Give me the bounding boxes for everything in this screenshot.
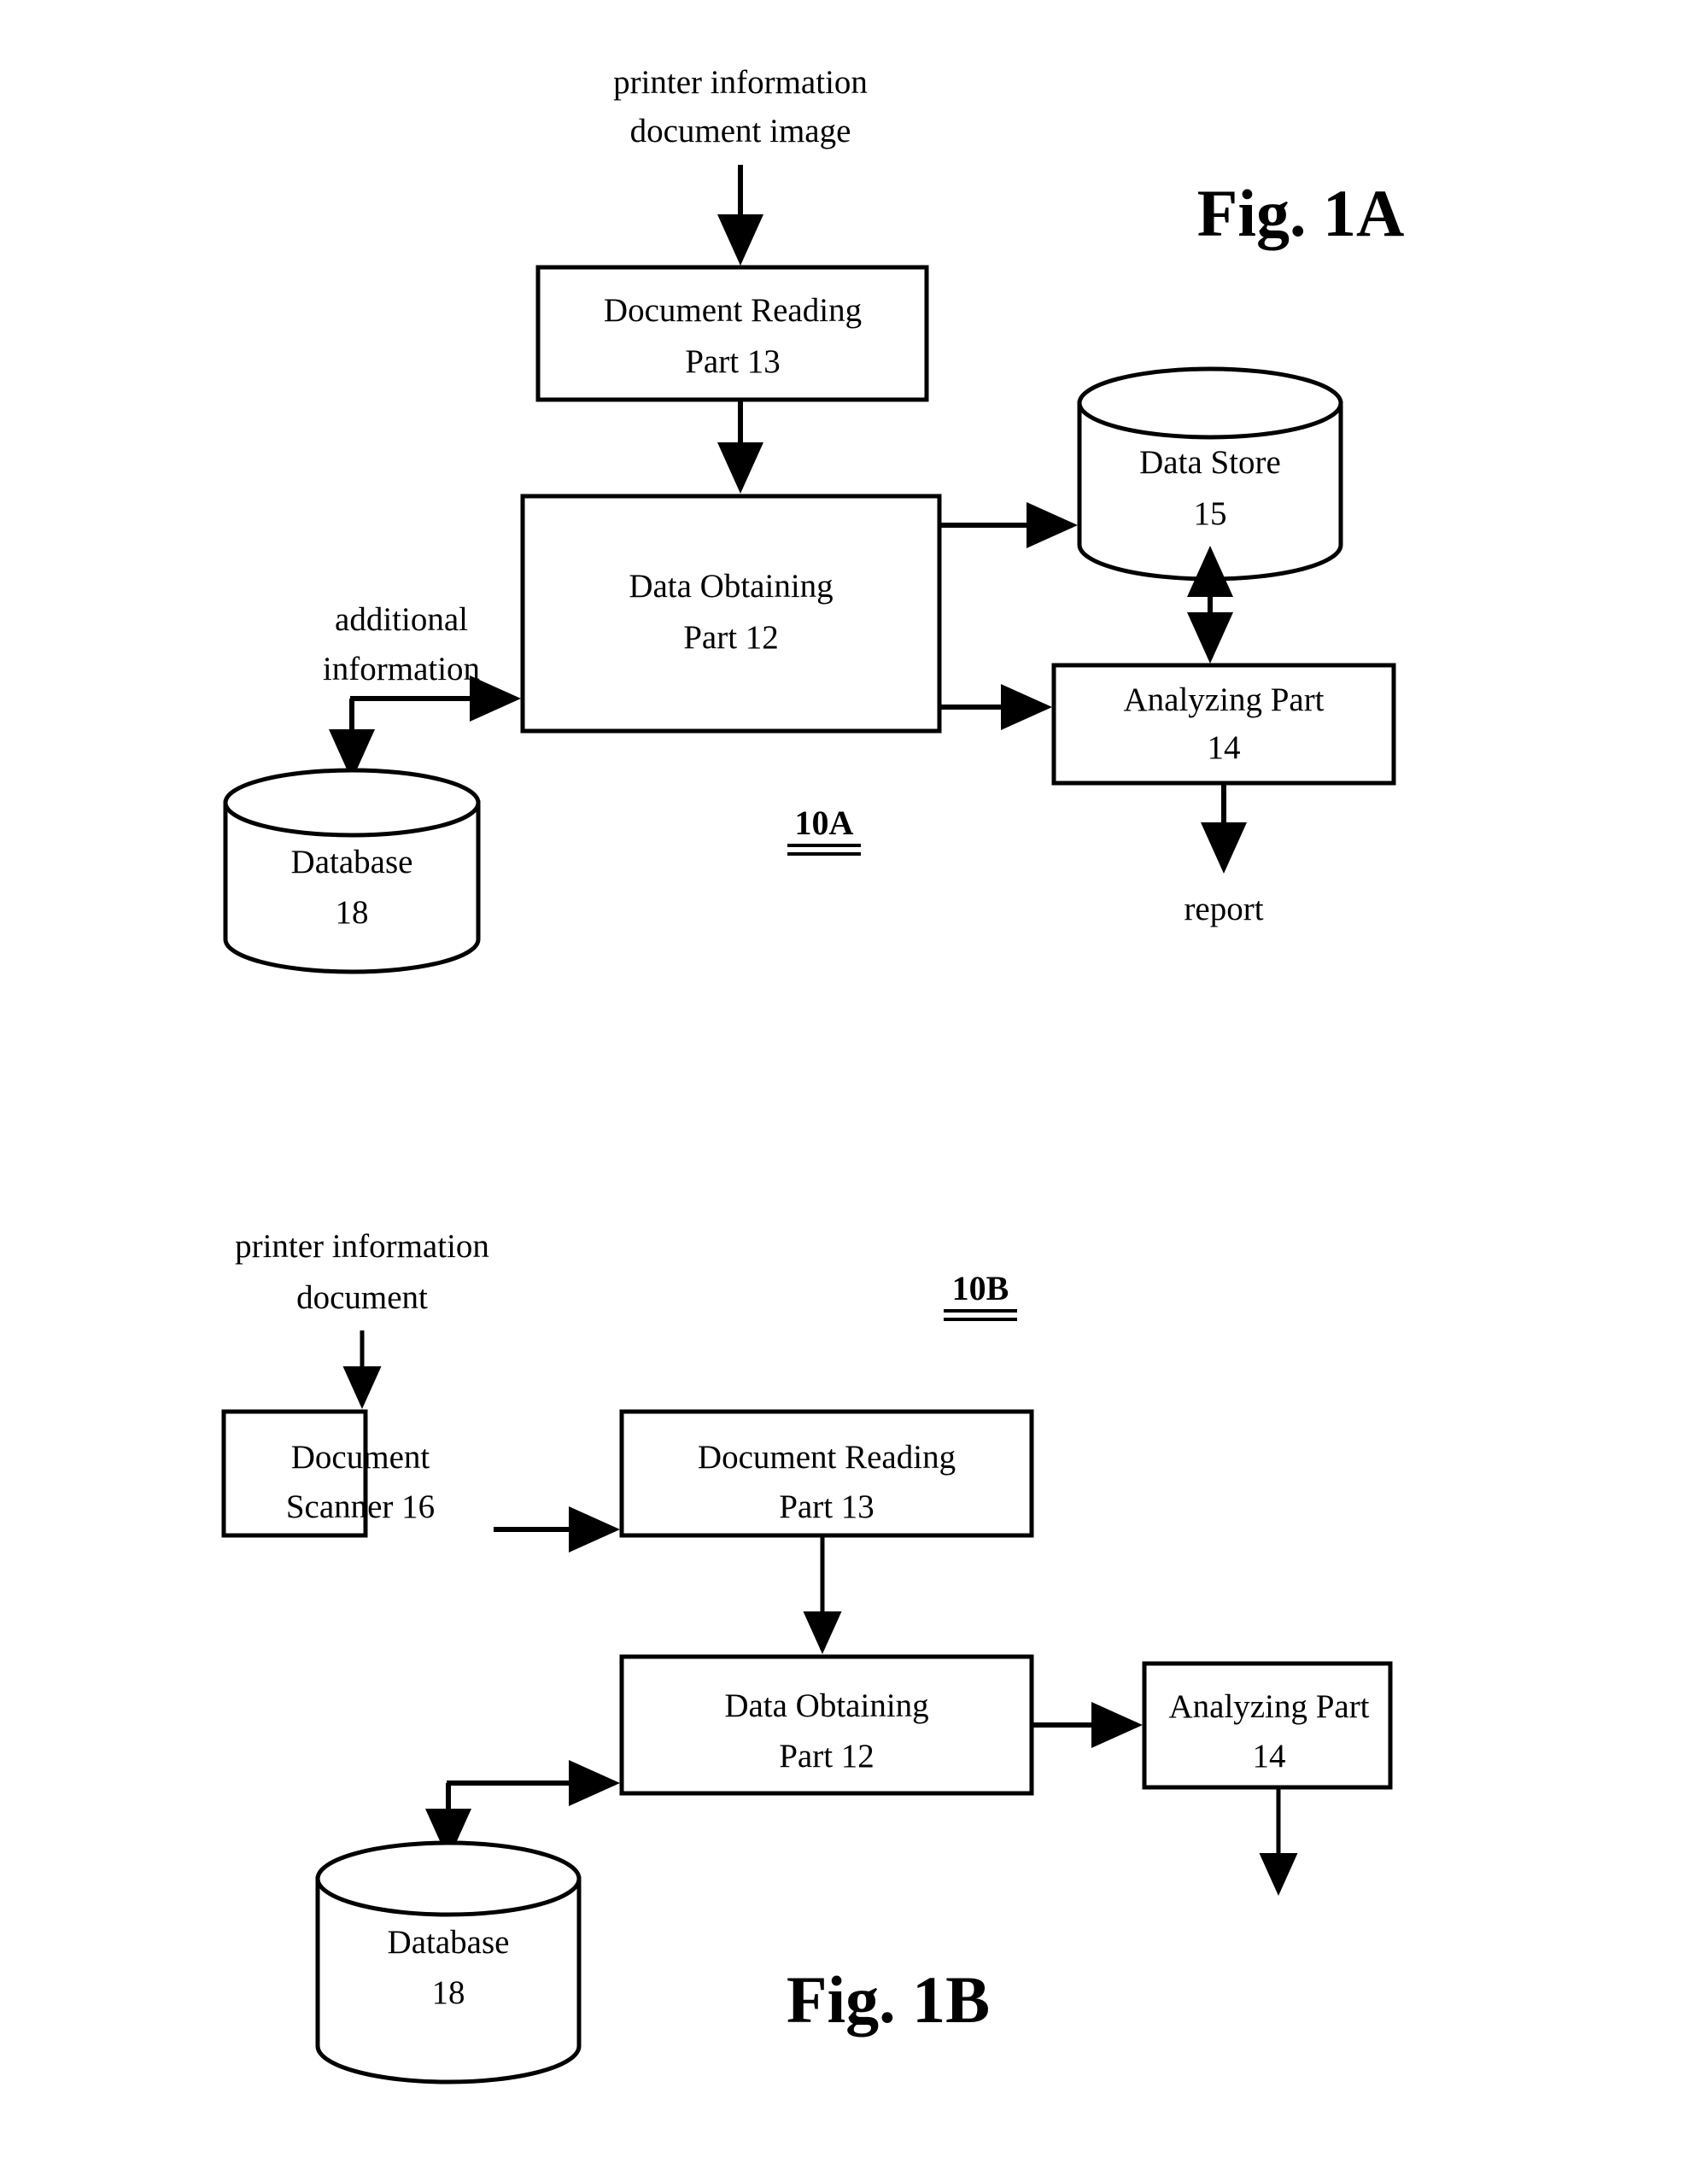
fig1a-data-store-top	[1077, 366, 1343, 440]
fig1a-input-label-line1: printer information	[613, 64, 868, 101]
patent-figure-sheet: printer information document image Docum…	[0, 0, 1708, 2181]
fig1b-input-label-line1: printer information	[235, 1228, 489, 1265]
fig1a-system-reference-10a: 10A	[795, 804, 854, 842]
figure-1a-group: printer information document image Docum…	[223, 64, 1405, 974]
fig1a-database-label-line1: Database	[291, 844, 413, 880]
fig1a-report-label: report	[1184, 891, 1263, 927]
fig1b-analyzing-part-label-line1: Analyzing Part	[1168, 1688, 1369, 1725]
fig1a-data-obtaining-box	[520, 494, 942, 734]
fig1b-document-scanner-label-line2: Scanner 16	[286, 1488, 435, 1525]
fig1a-document-reading-label-line2: Part 13	[685, 343, 781, 380]
fig1b-data-obtaining-label-line1: Data Obtaining	[724, 1687, 928, 1724]
fig1b-document-scanner-label-line1: Document	[291, 1439, 430, 1476]
fig1a-input-label-line2: document image	[630, 113, 851, 149]
fig1a-document-reading-label-line1: Document Reading	[604, 292, 862, 329]
fig1b-title: Fig. 1B	[787, 1962, 990, 2037]
fig1b-input-label-line2: document	[296, 1279, 428, 1316]
figure-1b-group: printer information document Document Sc…	[221, 1228, 1393, 2085]
fig1a-database-label-line2: 18	[336, 894, 369, 931]
fig1b-document-reading-label-line2: Part 13	[779, 1488, 874, 1525]
fig1b-database-label-line1: Database	[388, 1924, 510, 1961]
fig1a-data-obtaining-label-line1: Data Obtaining	[629, 568, 833, 605]
fig1b-document-reading-label-line1: Document Reading	[698, 1439, 956, 1476]
fig1a-additional-info-label-line2: information	[323, 651, 480, 687]
fig1a-analyzing-part-label-line2: 14	[1208, 729, 1241, 766]
fig1a-database-top	[223, 768, 481, 838]
fig1a-data-store-label-line1: Data Store	[1139, 444, 1281, 481]
fig1a-analyzing-part-label-line1: Analyzing Part	[1123, 681, 1324, 718]
diagram-canvas: printer information document image Docum…	[221, 64, 1405, 2085]
fig1b-database-label-line2: 18	[432, 1974, 465, 2011]
fig1b-data-obtaining-label-line2: Part 12	[779, 1738, 874, 1775]
fig1b-database-top	[315, 1840, 582, 1917]
fig1a-title: Fig. 1A	[1197, 176, 1405, 250]
fig1a-data-obtaining-label-line2: Part 12	[683, 619, 779, 656]
fig1b-analyzing-part-label-line2: 14	[1253, 1738, 1286, 1775]
fig1a-additional-info-label-line1: additional	[335, 601, 468, 638]
fig1b-system-reference-10b: 10B	[952, 1269, 1009, 1307]
fig1a-data-store-label-line2: 15	[1194, 495, 1227, 532]
